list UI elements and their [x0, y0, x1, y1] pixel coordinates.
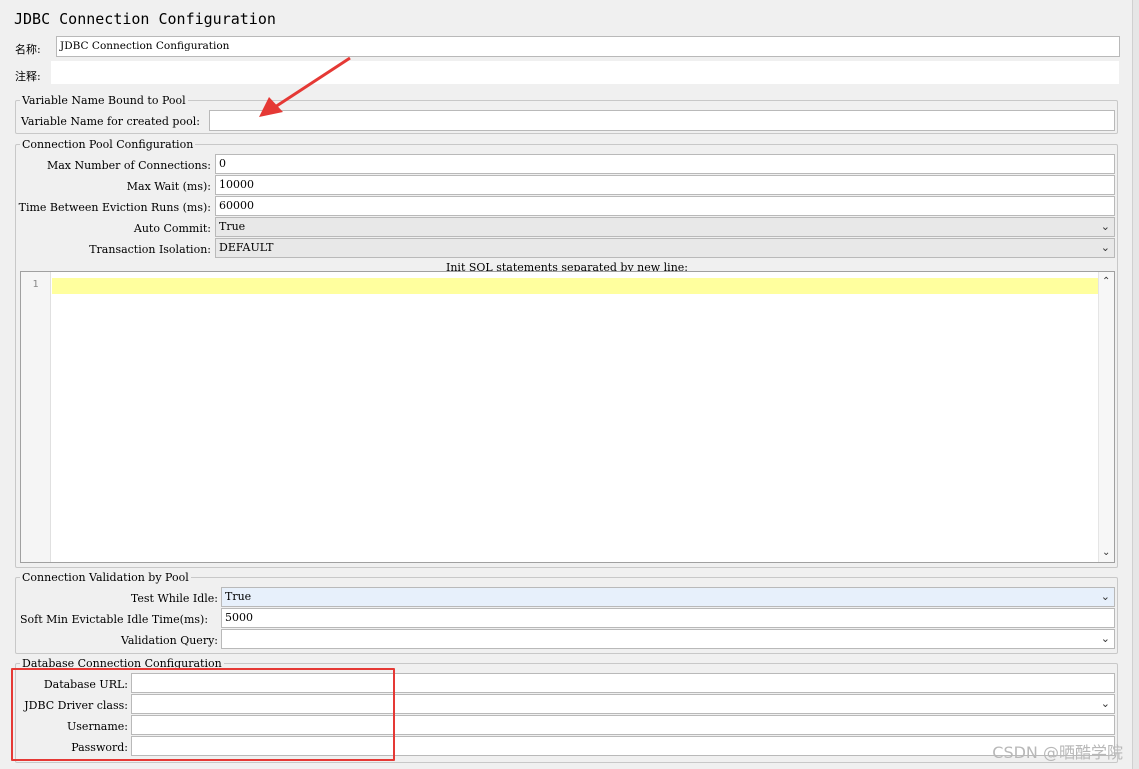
eviction-runs-label: Time Between Eviction Runs (ms): — [18, 201, 211, 214]
page-title: JDBC Connection Configuration — [14, 10, 276, 28]
chevron-down-icon: ⌄ — [1100, 697, 1110, 710]
line-number: 1 — [32, 279, 39, 290]
auto-commit-label: Auto Commit: — [133, 222, 211, 235]
init-sql-editor[interactable]: 1 ⌃ ⌄ — [20, 271, 1115, 563]
chevron-down-icon: ⌄ — [1100, 632, 1110, 645]
eviction-runs-input[interactable]: 60000 — [215, 196, 1115, 216]
auto-commit-select[interactable]: True ⌄ — [215, 217, 1115, 237]
current-line-highlight — [52, 278, 1098, 294]
name-input[interactable]: JDBC Connection Configuration — [56, 36, 1120, 57]
max-connections-label: Max Number of Connections: — [46, 159, 211, 172]
validation-legend: Connection Validation by Pool — [20, 571, 191, 584]
variable-name-label: Variable Name for created pool: — [21, 115, 200, 128]
validation-query-label: Validation Query: — [120, 634, 218, 647]
chevron-down-icon: ⌄ — [1100, 590, 1110, 603]
window-right-edge — [1132, 0, 1139, 769]
soft-min-idle-input[interactable]: 5000 — [221, 608, 1115, 628]
watermark: CSDN @晒酷学院 — [992, 743, 1123, 762]
name-label: 名称: — [15, 43, 41, 56]
line-number-gutter: 1 — [21, 272, 51, 562]
comments-label: 注释: — [15, 70, 41, 83]
transaction-isolation-select[interactable]: DEFAULT ⌄ — [215, 238, 1115, 258]
auto-commit-value: True — [219, 220, 246, 233]
max-connections-input[interactable]: 0 — [215, 154, 1115, 174]
validation-query-select[interactable]: ⌄ — [221, 629, 1115, 649]
max-wait-label: Max Wait (ms): — [126, 180, 211, 193]
test-while-idle-value: True — [225, 590, 252, 603]
transaction-isolation-value: DEFAULT — [219, 241, 274, 254]
chevron-down-icon[interactable]: ⌄ — [1102, 547, 1110, 558]
chevron-up-icon[interactable]: ⌃ — [1102, 276, 1110, 287]
variable-name-legend: Variable Name Bound to Pool — [20, 94, 188, 107]
soft-min-idle-label: Soft Min Evictable Idle Time(ms): — [20, 613, 209, 626]
transaction-isolation-label: Transaction Isolation: — [89, 243, 211, 256]
editor-scrollbar[interactable]: ⌃ ⌄ — [1098, 272, 1114, 562]
annotation-arrow — [259, 56, 351, 117]
chevron-down-icon: ⌄ — [1100, 241, 1110, 254]
annotation-highlight-box — [11, 668, 395, 761]
pool-config-legend: Connection Pool Configuration — [20, 138, 196, 151]
comments-input[interactable] — [50, 60, 1120, 85]
chevron-down-icon: ⌄ — [1100, 220, 1110, 233]
max-wait-input[interactable]: 10000 — [215, 175, 1115, 195]
test-while-idle-select[interactable]: True ⌄ — [221, 587, 1115, 607]
test-while-idle-label: Test While Idle: — [130, 592, 218, 605]
